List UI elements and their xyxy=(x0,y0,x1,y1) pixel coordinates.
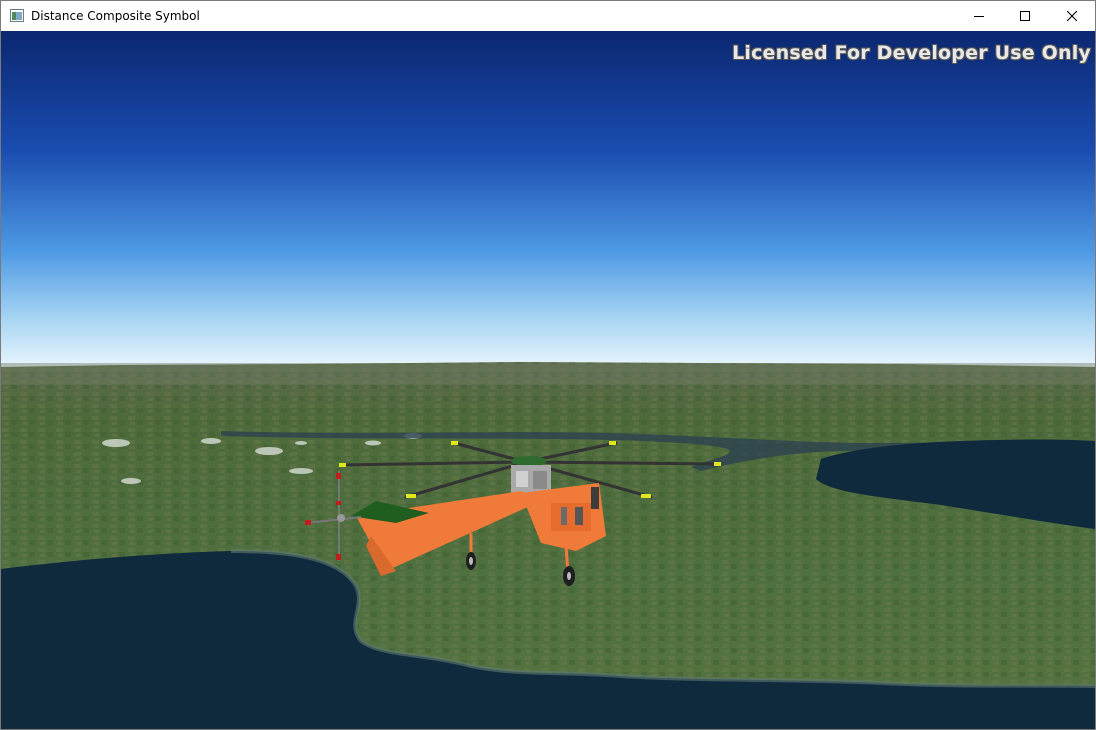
sky xyxy=(1,31,1095,371)
close-button[interactable] xyxy=(1049,1,1095,31)
app-window: Distance Composite Symbol Licensed For D… xyxy=(0,0,1096,730)
maximize-icon xyxy=(1020,11,1030,21)
minimize-icon xyxy=(974,16,984,17)
license-watermark: Licensed For Developer Use Only xyxy=(732,42,1091,64)
maximize-button[interactable] xyxy=(1002,1,1048,31)
horizon-haze xyxy=(1,363,1095,385)
window-title: Distance Composite Symbol xyxy=(31,9,200,23)
scene-view[interactable]: Licensed For Developer Use Only xyxy=(1,31,1095,729)
scene-canvas[interactable] xyxy=(1,31,1095,729)
close-icon xyxy=(1067,11,1077,21)
title-bar[interactable]: Distance Composite Symbol xyxy=(1,1,1095,31)
app-icon xyxy=(10,9,24,22)
minimize-button[interactable] xyxy=(956,1,1002,31)
